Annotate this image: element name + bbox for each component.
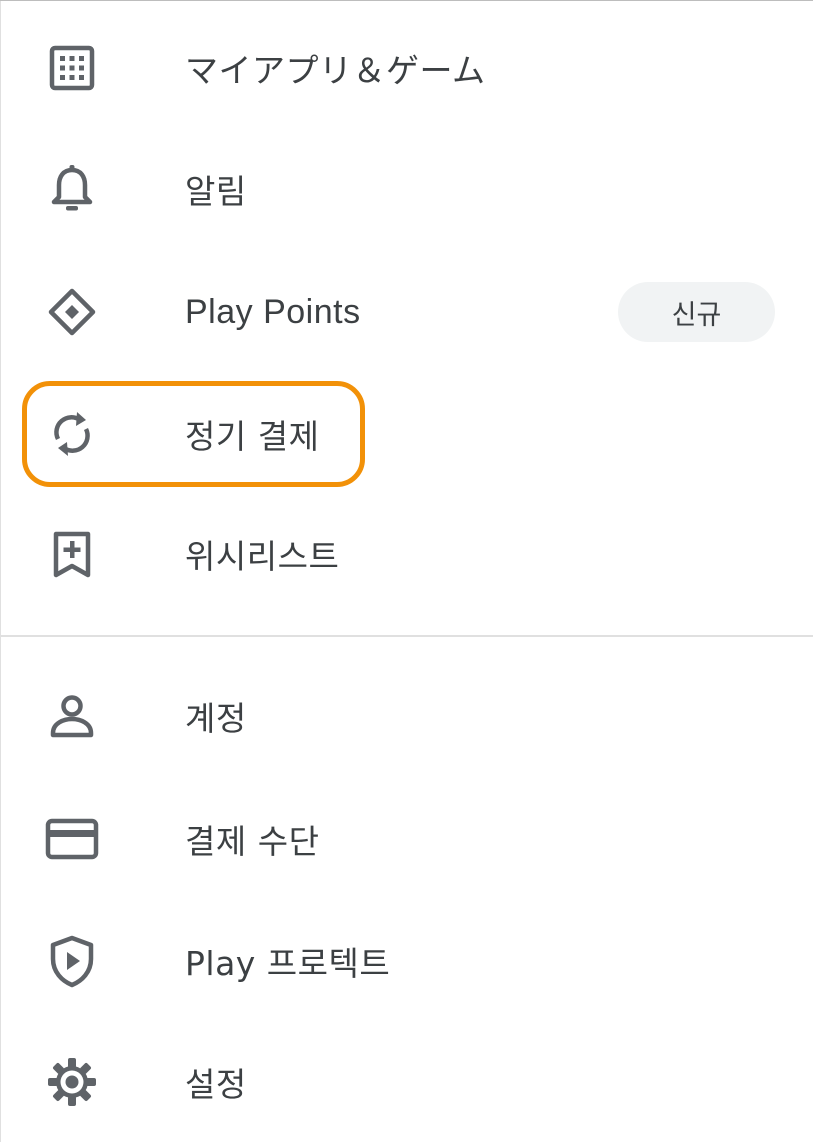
- menu-item-play-points[interactable]: Play Points 신규: [0, 257, 813, 367]
- menu-item-label: Play Points: [185, 292, 361, 331]
- menu-item-notifications[interactable]: 알림: [0, 134, 813, 244]
- diamond-icon: [44, 284, 100, 340]
- new-badge: 신규: [618, 282, 775, 342]
- bookmark-add-icon: [44, 526, 100, 582]
- menu-item-account[interactable]: 계정: [0, 661, 813, 771]
- menu-item-label: マイアプリ＆ゲーム: [185, 51, 486, 90]
- person-icon: [44, 688, 100, 744]
- menu-item-label: 결제 수단: [185, 822, 320, 861]
- menu-item-play-protect[interactable]: Play 프로텍트: [0, 906, 813, 1016]
- menu-item-label: Play 프로텍트: [185, 944, 391, 983]
- menu-item-my-apps-games[interactable]: マイアプリ＆ゲーム: [0, 13, 813, 123]
- menu-item-wishlist[interactable]: 위시리스트: [0, 499, 813, 609]
- bell-icon: [44, 161, 100, 217]
- menu-item-label: 설정: [185, 1065, 247, 1104]
- sync-icon: [44, 406, 100, 462]
- menu-item-label: 위시리스트: [185, 537, 340, 576]
- menu-item-payment-methods[interactable]: 결제 수단: [0, 784, 813, 894]
- navigation-drawer: マイアプリ＆ゲーム 알림 Play Points 신규 정기 결제 위시리스트 …: [0, 0, 813, 1142]
- menu-divider: [0, 635, 813, 637]
- credit-card-icon: [44, 811, 100, 867]
- menu-item-subscriptions[interactable]: 정기 결제: [0, 379, 813, 489]
- apps-grid-icon: [44, 40, 100, 96]
- shield-play-icon: [44, 933, 100, 989]
- menu-item-label: 알림: [185, 172, 247, 211]
- gear-icon: [44, 1054, 100, 1110]
- menu-item-settings[interactable]: 설정: [0, 1027, 813, 1137]
- menu-item-label: 정기 결제: [185, 417, 320, 456]
- menu-item-label: 계정: [185, 699, 247, 738]
